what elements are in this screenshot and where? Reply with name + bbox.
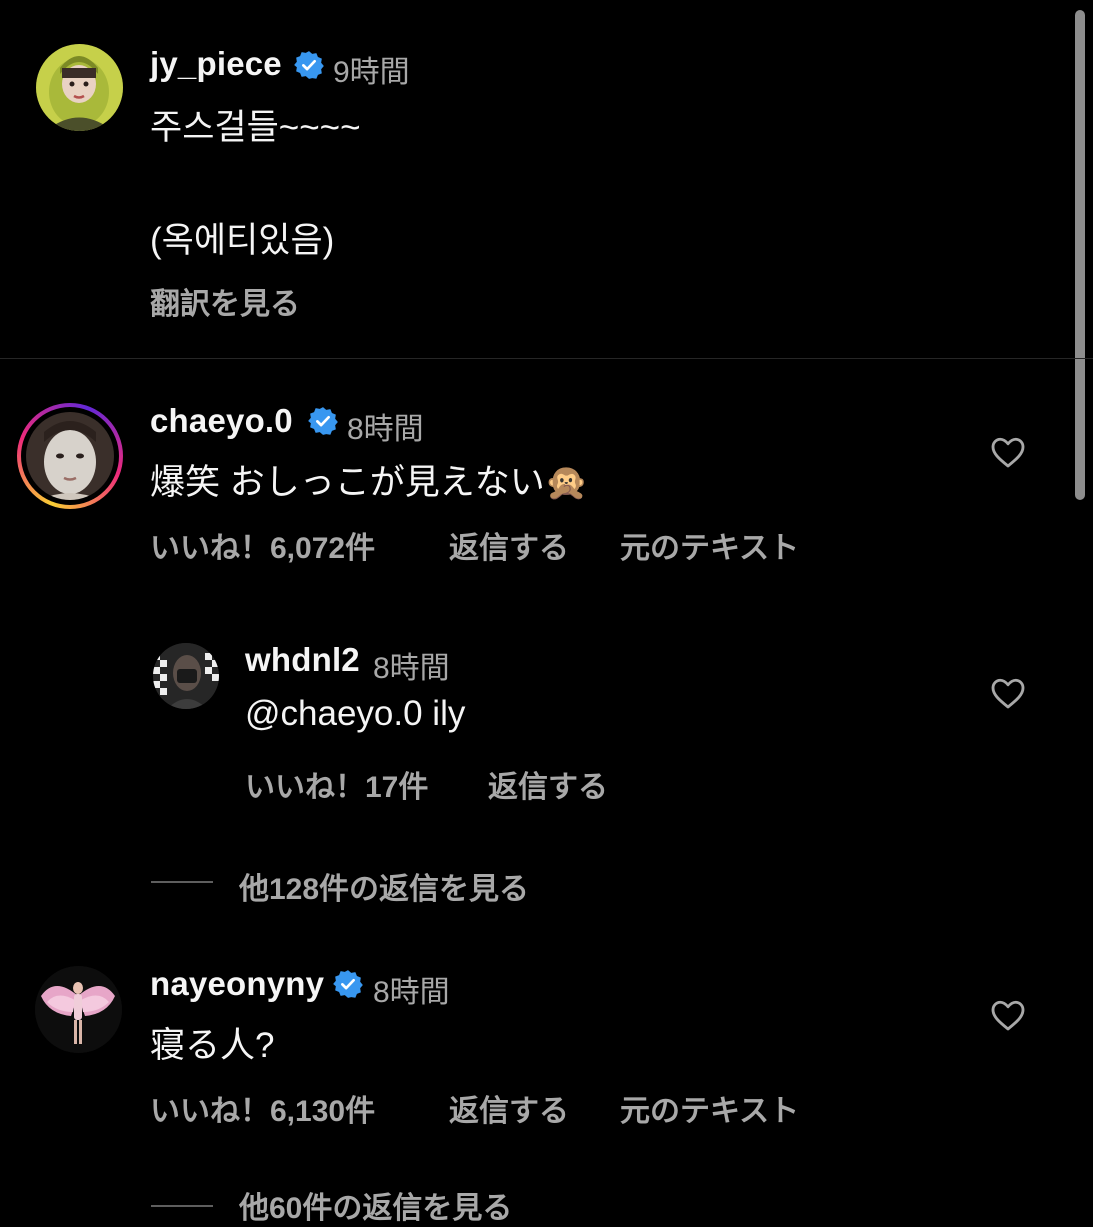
avatar-image xyxy=(36,44,123,131)
verified-badge-icon xyxy=(294,51,324,79)
reply-time: 8時間 xyxy=(373,652,450,685)
caption-username[interactable]: jy_piece xyxy=(150,45,282,83)
avatar-image xyxy=(35,966,122,1053)
like-count[interactable]: いいね！6,130件 xyxy=(150,1086,375,1130)
avatar[interactable] xyxy=(36,44,123,131)
reply-text: @chaeyo.0 ily xyxy=(245,694,466,733)
comment-time: 8時間 xyxy=(347,413,424,446)
divider xyxy=(0,358,1093,359)
scrollbar[interactable] xyxy=(1075,10,1085,500)
comment-username[interactable]: nayeonyny xyxy=(150,965,324,1003)
avatar-story-ring[interactable] xyxy=(17,403,123,509)
reply-username[interactable]: whdnl2 xyxy=(245,641,360,679)
avatar-image xyxy=(153,643,219,709)
comment-time: 8時間 xyxy=(373,976,450,1009)
comment-text: 爆笑 おしっこが見えない🙊 xyxy=(150,463,589,502)
avatar[interactable] xyxy=(35,966,122,1053)
verified-badge-icon xyxy=(308,407,338,435)
caption-text-line2: (옥에티있음) xyxy=(150,221,335,260)
like-heart-icon[interactable] xyxy=(990,676,1026,710)
reply-button[interactable]: 返信する xyxy=(449,1086,569,1130)
avatar-image xyxy=(26,412,114,500)
reply-button[interactable]: 返信する xyxy=(488,762,608,806)
see-original-button[interactable]: 元のテキスト xyxy=(620,1086,799,1130)
view-more-replies-button[interactable]: 他60件の返信を見る xyxy=(239,1183,512,1227)
caption-time: 9時間 xyxy=(333,56,410,89)
see-translation-button[interactable]: 翻訳を見る xyxy=(150,279,300,323)
comment-text: 寝る人? xyxy=(150,1026,275,1065)
verified-badge-icon xyxy=(333,970,363,998)
view-more-replies-button[interactable]: 他128件の返信を見る xyxy=(239,864,529,908)
caption-text-line1: 주스걸들~~~~ xyxy=(150,108,361,147)
like-heart-icon[interactable] xyxy=(990,435,1026,469)
comment-username[interactable]: chaeyo.0 xyxy=(150,402,293,440)
reply-button[interactable]: 返信する xyxy=(449,523,569,567)
like-heart-icon[interactable] xyxy=(990,998,1026,1032)
view-replies-line xyxy=(151,881,213,883)
avatar[interactable] xyxy=(153,643,219,709)
view-replies-line xyxy=(151,1205,213,1207)
see-original-button[interactable]: 元のテキスト xyxy=(620,523,799,567)
like-count[interactable]: いいね！17件 xyxy=(245,762,428,806)
like-count[interactable]: いいね！6,072件 xyxy=(150,523,375,567)
